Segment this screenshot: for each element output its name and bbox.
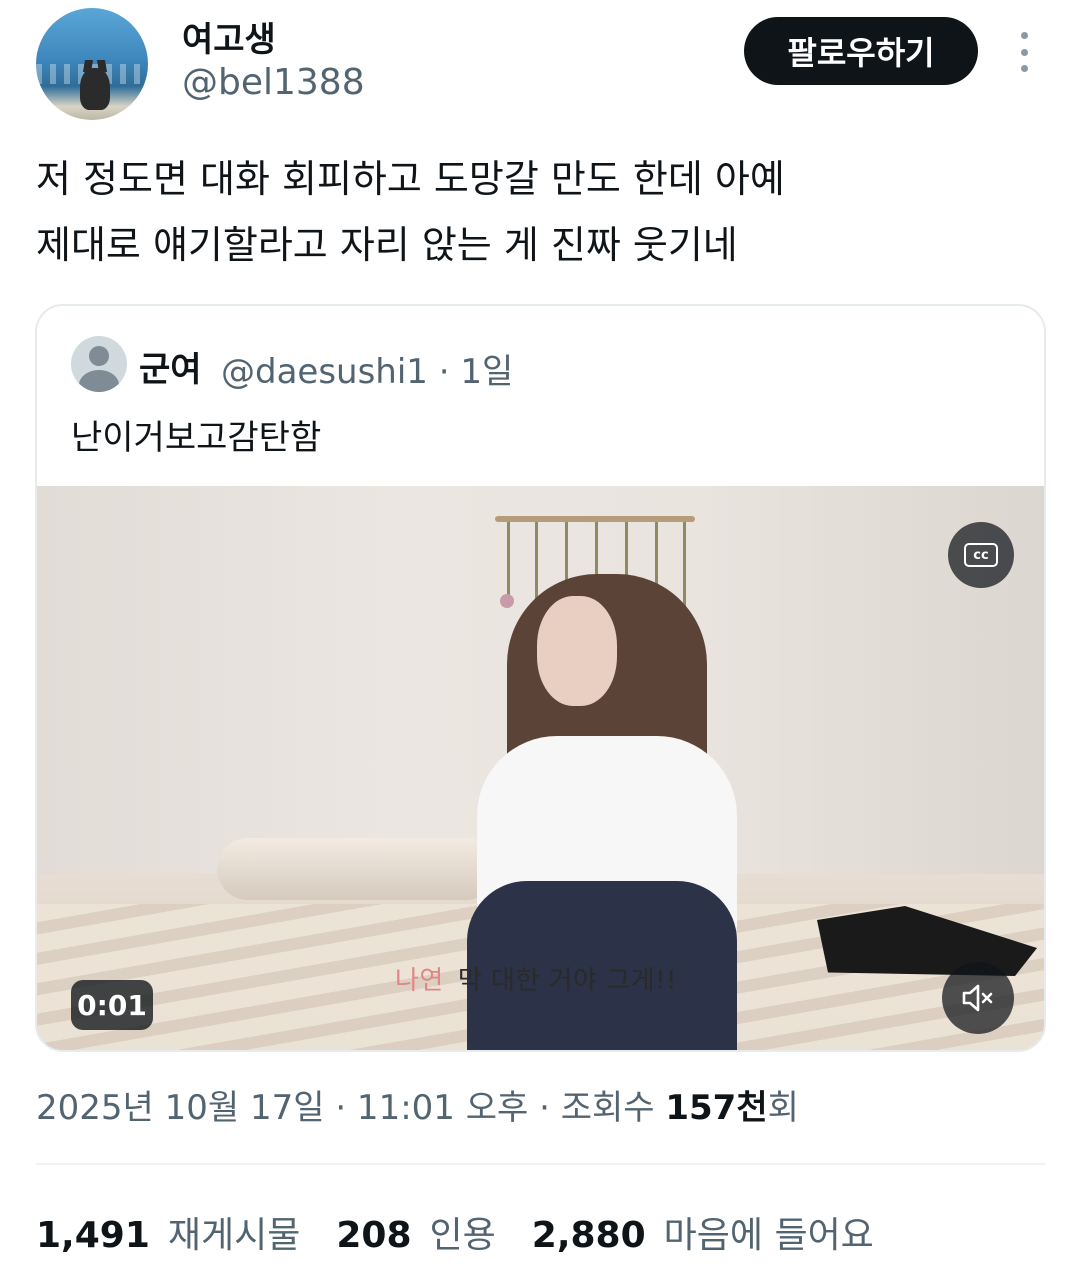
tweet-text-line: 제대로 얘기할라고 자리 앉는 게 진짜 웃기네 <box>36 223 738 267</box>
author-avatar[interactable] <box>36 8 148 120</box>
muted-speaker-icon <box>962 984 993 1012</box>
divider <box>36 1163 1046 1165</box>
person-face <box>537 596 617 706</box>
tweet-text-line: 저 정도면 대화 회피하고 도망갈 만도 한데 아예 <box>36 157 785 201</box>
tweet-text: 저 정도면 대화 회피하고 도망갈 만도 한데 아예 제대로 얘기할라고 자리 … <box>36 146 1046 278</box>
avatar-cat <box>80 68 110 110</box>
view-count: 157천 <box>665 1088 768 1128</box>
mute-button[interactable] <box>942 962 1014 1034</box>
stat-value: 1,491 <box>36 1215 150 1256</box>
more-options-icon[interactable] <box>1012 32 1036 72</box>
stat-label: 재게시물 <box>167 1215 301 1256</box>
video-player[interactable]: 나연 막 대한 거야 그게!! cc 0:01 <box>37 486 1044 1050</box>
view-suffix: 회 <box>767 1088 799 1128</box>
subtitle-speaker: 나연 <box>395 966 444 996</box>
tweet-header: 여고생 @bel1388 팔로우하기 <box>0 0 1080 125</box>
quoted-tweet-card[interactable]: 군여 @daesushi1 · 1일 난이거보고감탄함 나연 막 대한 거야 그… <box>35 304 1046 1052</box>
stat-reposts[interactable]: 1,491 재게시물 <box>36 1206 300 1258</box>
quoted-author-handle: @daesushi1 · 1일 <box>221 352 514 392</box>
stat-value: 208 <box>336 1215 412 1256</box>
stat-quotes[interactable]: 208 인용 <box>336 1206 495 1258</box>
author-handle[interactable]: @bel1388 <box>182 62 365 103</box>
subtitle-text: 막 대한 거야 그게!! <box>457 966 677 996</box>
video-subtitle: 나연 막 대한 거야 그게!! <box>395 960 677 997</box>
stat-label: 인용 <box>429 1215 496 1256</box>
cc-icon: cc <box>964 543 998 567</box>
engagement-stats: 1,491 재게시물 208 인용 2,880 마음에 들어요 <box>36 1206 910 1258</box>
captions-button[interactable]: cc <box>948 522 1014 588</box>
quoted-author-name[interactable]: 군여 <box>139 342 202 391</box>
stat-value: 2,880 <box>531 1215 646 1256</box>
follow-button[interactable]: 팔로우하기 <box>744 17 978 85</box>
video-time-badge: 0:01 <box>71 980 153 1030</box>
stat-likes[interactable]: 2,880 마음에 들어요 <box>532 1206 874 1258</box>
author-display-name[interactable]: 여고생 <box>182 12 276 61</box>
video-pillow <box>217 838 497 900</box>
quoted-author-avatar[interactable] <box>71 336 127 392</box>
tweet-date-time[interactable]: 2025년 10월 17일 · 11:01 오후 · 조회수 <box>36 1088 665 1128</box>
quoted-tweet-text: 난이거보고감탄함 <box>71 418 322 458</box>
stat-label: 마음에 들어요 <box>663 1215 874 1256</box>
tweet-meta: 2025년 10월 17일 · 11:01 오후 · 조회수 157천회 <box>36 1080 799 1129</box>
